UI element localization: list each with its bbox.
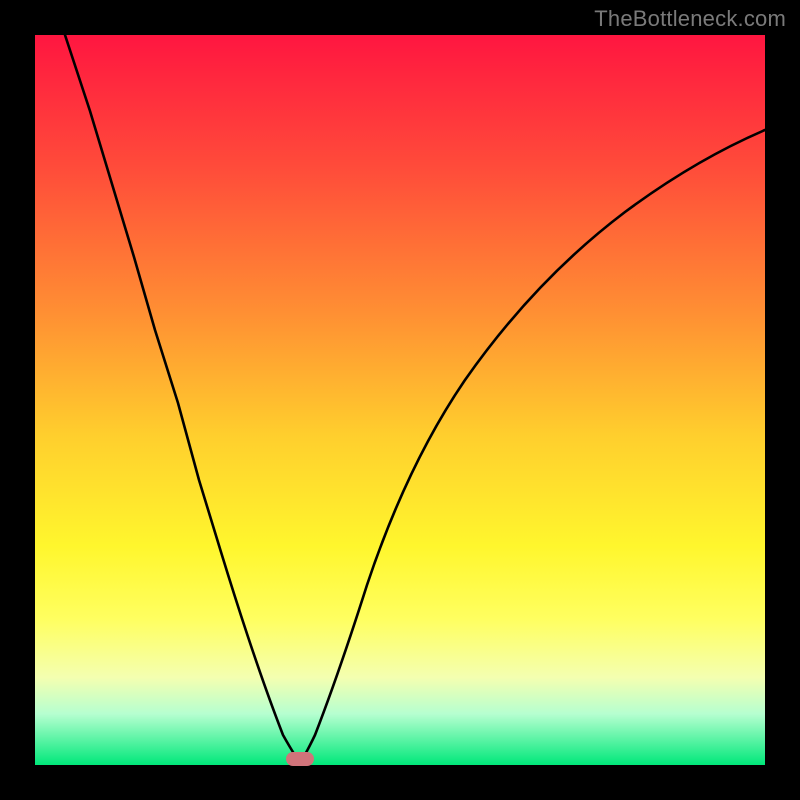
- optimum-marker: [286, 752, 314, 766]
- plot-area: [35, 35, 765, 765]
- watermark-text: TheBottleneck.com: [594, 6, 786, 32]
- chart-frame: TheBottleneck.com: [0, 0, 800, 800]
- bottleneck-curve: [65, 35, 765, 761]
- curve-layer: [35, 35, 765, 765]
